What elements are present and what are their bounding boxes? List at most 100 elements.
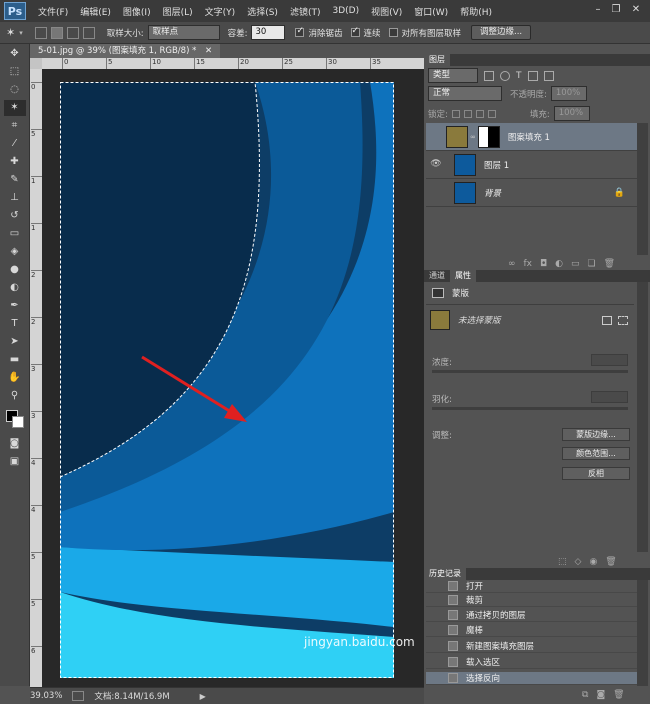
density-slider[interactable] [432,370,628,373]
feather-slider[interactable] [432,407,628,410]
menu-view[interactable]: 视图(V) [365,5,408,18]
document-tab[interactable]: 5-01.jpg @ 39% (图案填充 1, RGB/8) * ✕ [30,44,221,58]
mask-edge-button[interactable]: 蒙版边缘... [562,428,630,441]
paint-bucket-icon[interactable]: ◈ [4,244,26,260]
load-selection-icon[interactable]: ⬚ [558,557,567,567]
filter-pixel-icon[interactable] [484,70,494,81]
fill-input[interactable]: 100% [553,106,590,121]
history-scrollbar[interactable] [637,580,648,686]
status-menu-arrow-icon[interactable]: ▶ [200,692,206,701]
density-input[interactable] [591,354,628,366]
add-selection-icon[interactable] [50,26,63,39]
healing-brush-icon[interactable]: ✚ [4,154,26,170]
layer-row-pattern-fill[interactable]: ∞ 图案填充 1 [426,123,637,151]
tab-properties[interactable]: 属性 [450,270,476,282]
tool-preset-dropdown-icon[interactable]: ▾ [19,29,23,37]
all-layers-checkbox[interactable] [388,28,398,37]
color-range-button[interactable]: 颜色范围... [562,447,630,460]
new-document-from-state-icon[interactable]: ⧉ [582,690,588,700]
new-layer-icon[interactable]: ❏ [588,259,596,269]
zoom-level[interactable]: 39.03% [30,691,62,701]
filter-smart-icon[interactable] [543,70,554,81]
menu-edit[interactable]: 编辑(E) [74,5,117,18]
type-tool-icon[interactable]: T [4,316,26,332]
hand-tool-icon[interactable]: ✋ [4,370,26,386]
tab-history[interactable]: 历史记录 [424,568,466,580]
layer-row-layer1[interactable]: 👁 图层 1 [426,151,637,179]
magic-wand-icon[interactable]: ✶ [6,26,15,39]
opacity-input[interactable]: 100% [550,86,587,101]
menu-select[interactable]: 选择(S) [241,5,284,18]
history-item-load-selection[interactable]: 载入选区 [426,656,637,669]
eraser-tool-icon[interactable]: ▭ [4,226,26,242]
intersect-selection-icon[interactable] [82,26,95,39]
layer-row-background[interactable]: 背景 🔒 [426,179,637,207]
move-tool-icon[interactable]: ✥ [4,46,26,62]
shape-tool-icon[interactable]: ▬ [4,352,26,368]
visibility-toggle-icon[interactable] [430,187,442,199]
lock-pixels-icon[interactable] [463,109,472,118]
menu-filter[interactable]: 滤镜(T) [284,5,327,18]
properties-scrollbar[interactable] [637,282,648,552]
delete-layer-icon[interactable]: 🗑 [604,259,615,269]
antialias-checkbox[interactable] [295,26,305,37]
quick-mask-icon[interactable]: ◙ [4,436,26,452]
subtract-selection-icon[interactable] [66,26,79,39]
history-item-open[interactable]: 打开 [426,580,637,593]
magic-wand-tool-icon[interactable]: ✶ [3,100,26,116]
document-canvas[interactable] [60,82,394,678]
tab-layers[interactable]: 图层 [424,54,450,66]
maximize-icon[interactable]: ❐ [608,3,624,17]
filter-adjustment-icon[interactable] [500,70,510,81]
toggle-mask-icon[interactable]: ◉ [589,557,597,567]
background-color-swatch[interactable] [12,416,24,428]
menu-file[interactable]: 文件(F) [32,5,74,18]
filter-shape-icon[interactable] [527,70,538,81]
blur-tool-icon[interactable]: ● [4,262,26,278]
crop-tool-icon[interactable]: ⌗ [4,118,26,134]
tab-channels[interactable]: 通道 [424,270,450,282]
layer-filter-select[interactable]: 类型 [428,68,478,83]
delete-state-icon[interactable]: 🗑 [613,690,624,700]
zoom-tool-icon[interactable]: ⚲ [4,388,26,404]
adjustment-layer-icon[interactable]: ◐ [555,259,563,269]
menu-layer[interactable]: 图层(L) [157,5,199,18]
dodge-tool-icon[interactable]: ◐ [4,280,26,296]
filter-type-icon[interactable]: T [516,71,522,81]
menu-3d[interactable]: 3D(D) [326,6,365,16]
menu-type[interactable]: 文字(Y) [199,5,242,18]
close-document-icon[interactable]: ✕ [205,46,212,56]
stamp-tool-icon[interactable]: ⊥ [4,190,26,206]
marquee-tool-icon[interactable]: ⬚ [4,64,26,80]
path-select-icon[interactable]: ➤ [4,334,26,350]
invert-button[interactable]: 反相 [562,467,630,480]
contiguous-checkbox[interactable] [350,26,360,37]
screen-mode-icon[interactable]: ▣ [4,454,26,470]
sample-size-select[interactable]: 取样点 [147,25,220,40]
lock-position-icon[interactable] [475,109,484,118]
new-selection-icon[interactable] [34,26,47,39]
menu-window[interactable]: 窗口(W) [408,5,454,18]
menu-image[interactable]: 图像(I) [117,5,157,18]
lock-all-icon[interactable] [487,109,496,118]
vector-mask-icon[interactable] [618,316,628,325]
eye-icon[interactable]: 👁 [430,159,442,171]
snapshot-icon[interactable]: ◙ [596,690,605,700]
group-icon[interactable]: ▭ [571,259,580,269]
fx-icon[interactable]: fx [524,259,533,269]
layers-scrollbar[interactable] [637,123,648,255]
mask-thumbnail[interactable] [477,125,500,148]
history-brush-icon[interactable]: ↺ [4,208,26,224]
pixel-mask-icon[interactable] [602,316,612,325]
tolerance-input[interactable]: 30 [251,25,286,40]
add-mask-icon[interactable]: ◘ [540,259,547,269]
history-item-new-pattern-fill[interactable]: 新建图案填充图层 [426,640,637,653]
link-layers-icon[interactable]: ∞ [508,259,516,269]
lock-transparent-icon[interactable] [451,109,460,118]
color-swatches[interactable] [0,408,29,434]
history-item-select-inverse[interactable]: 选择反向 [426,672,637,685]
menu-help[interactable]: 帮助(H) [454,5,498,18]
refine-edge-button[interactable]: 调整边缘... [471,25,532,40]
history-item-magic-wand[interactable]: 魔棒 [426,624,637,637]
pen-tool-icon[interactable]: ✒ [4,298,26,314]
